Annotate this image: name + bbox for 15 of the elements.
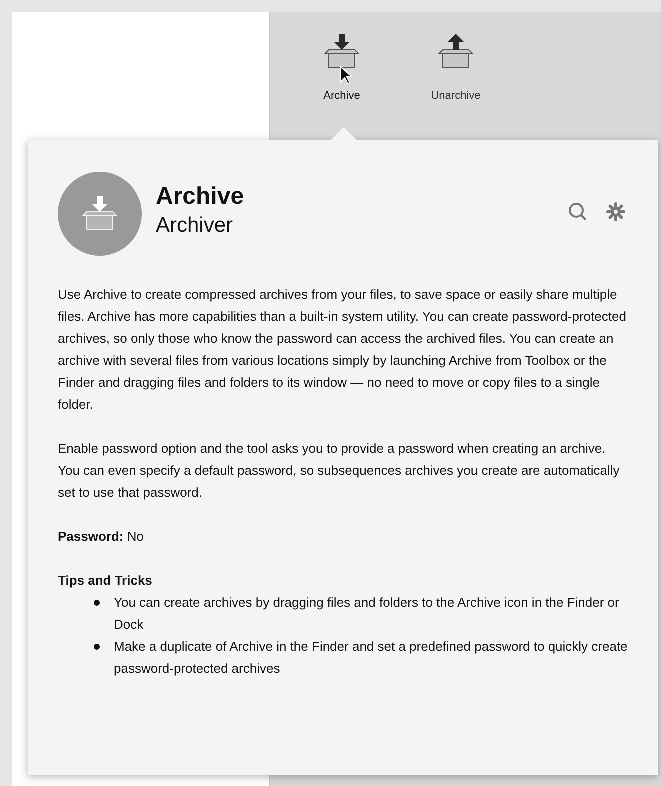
description-paragraph: Password: No bbox=[58, 528, 145, 546]
description-paragraph: Enable password option and the tool asks you to provide a password when creating an archive. You can even specify a default password, so subsequences archives you create are automatically set to use that password. bbox=[58, 440, 621, 502]
app-subtitle: Archiver bbox=[156, 213, 234, 239]
description-paragraph: Use Archive to create compressed archives from your files, to save space or easily share multiple files. Archive has more capabilities than a built-in system utility. You can create password-protected archives, so only those who know the password can access the archived files. You can create an archive with several files from various locations simply by launching Archive from Toolbox or the Finder and dragging files and folders to its window — no need to move or copy files to a single folder. bbox=[58, 286, 628, 414]
settings-icon[interactable] bbox=[606, 202, 626, 222]
search-icon[interactable] bbox=[568, 202, 588, 222]
tip-text: Make a duplicate of Archive in the Finder and set a predefined password to quickly create password-protected archives bbox=[114, 638, 628, 678]
bullet-icon bbox=[94, 644, 100, 650]
tips-heading: Tips and Tricks bbox=[58, 572, 154, 590]
toolbar-item[interactable]: Unarchive bbox=[420, 32, 492, 104]
toolbar-item[interactable]: Archive bbox=[306, 32, 378, 104]
bullet-icon bbox=[94, 600, 100, 606]
cursor-icon bbox=[340, 66, 354, 86]
app-title: Archive bbox=[156, 182, 244, 212]
tip-text: You can create archives by dragging files and folders to the Archive icon in the Finder or Dock bbox=[114, 594, 620, 634]
